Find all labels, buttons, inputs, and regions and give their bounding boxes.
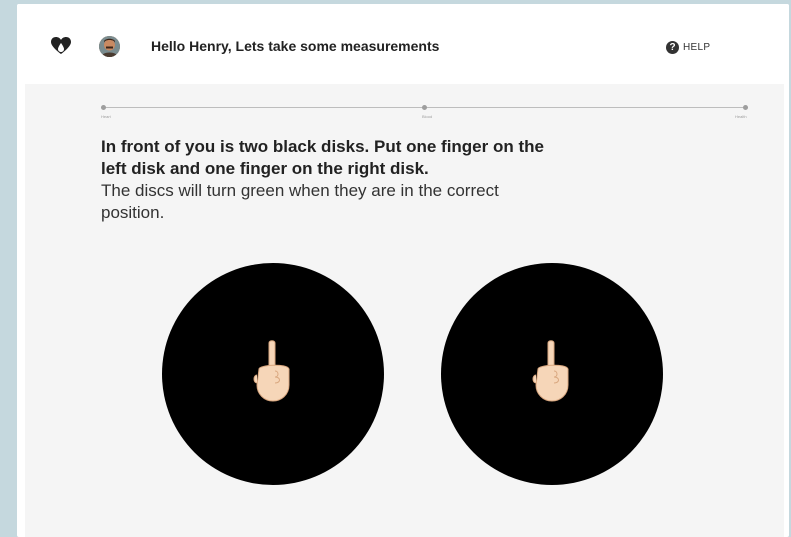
pointing-finger-icon — [253, 340, 290, 402]
right-disk[interactable] — [441, 263, 663, 485]
avatar-image — [99, 36, 120, 57]
progress-step-dot-health — [743, 105, 748, 110]
user-avatar[interactable] — [99, 36, 120, 57]
measurement-panel: Heart Blood Health In front of you is tw… — [25, 84, 784, 537]
question-circle-icon: ? — [666, 40, 679, 54]
progress-step-label-blood: Blood — [422, 114, 433, 119]
left-disk[interactable] — [162, 263, 384, 485]
help-button[interactable]: ? HELP — [666, 39, 710, 55]
instruction-text: In front of you is two black disks. Put … — [101, 136, 561, 224]
top-bar: Hello Henry, Lets take some measurements… — [17, 4, 789, 84]
app-window: Hello Henry, Lets take some measurements… — [17, 4, 789, 537]
progress-step-dot-heart — [101, 105, 106, 110]
progress-step-label-health: Health — [735, 114, 747, 119]
pointing-finger-icon — [532, 340, 569, 402]
instruction-primary: In front of you is two black disks. Put … — [101, 137, 544, 178]
instruction-secondary: The discs will turn green when they are … — [101, 181, 499, 222]
heart-drop-icon[interactable] — [51, 37, 71, 55]
progress-step-dot-blood — [422, 105, 427, 110]
help-label: HELP — [683, 41, 711, 53]
progress-stepper: Heart Blood Health — [101, 104, 748, 124]
greeting-title: Hello Henry, Lets take some measurements — [151, 38, 440, 54]
progress-step-label-heart: Heart — [101, 114, 111, 119]
